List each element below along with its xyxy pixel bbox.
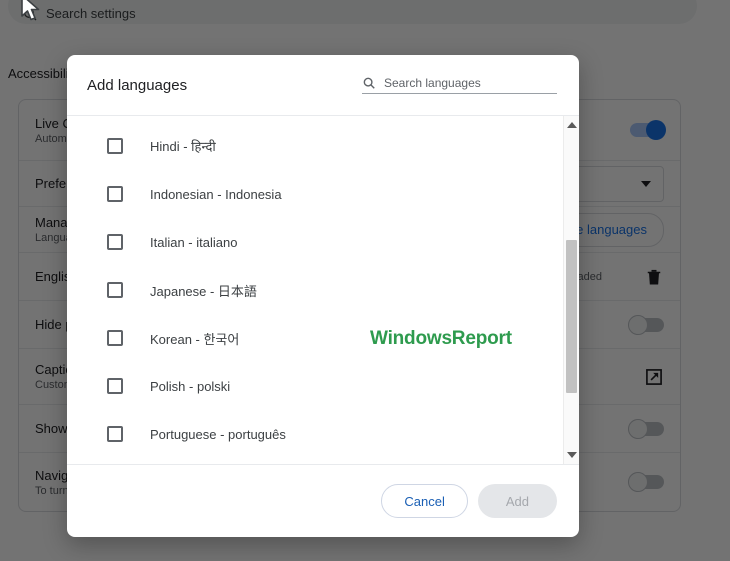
scroll-down-button[interactable] (564, 448, 579, 462)
cancel-button[interactable]: Cancel (381, 484, 468, 518)
language-label: Hindi - हिन्दी (150, 139, 216, 154)
language-label: Italian - italiano (150, 234, 238, 250)
checkbox[interactable] (107, 426, 123, 442)
language-label: Japanese - 日本語 (150, 283, 257, 299)
dialog-header: Add languages (67, 55, 579, 115)
checkbox[interactable] (107, 186, 123, 202)
language-list-scrollbar[interactable] (563, 116, 579, 464)
add-languages-dialog: Add languages Hindi - हिन्दी Indonesian … (67, 55, 579, 537)
list-item[interactable]: Indonesian - Indonesia (67, 170, 579, 218)
checkbox[interactable] (107, 138, 123, 154)
language-label: Polish - polski (150, 378, 231, 394)
language-label: Portuguese - português (150, 426, 286, 442)
list-item[interactable]: Spanish - español (67, 458, 579, 464)
checkbox[interactable] (107, 234, 123, 250)
dialog-footer: Cancel Add (67, 465, 579, 537)
list-item[interactable]: Polish - polski (67, 362, 579, 410)
checkbox[interactable] (107, 330, 123, 346)
checkbox[interactable] (107, 282, 123, 298)
chevron-down-icon (566, 452, 577, 458)
list-item[interactable]: Portuguese - português (67, 410, 579, 458)
add-button: Add (477, 484, 557, 518)
search-icon (363, 77, 375, 89)
screen: Search settings Accessibility Live Capti… (0, 0, 730, 561)
list-item[interactable]: Italian - italiano (67, 218, 579, 266)
language-list-container: Hindi - हिन्दी Indonesian - Indonesia It… (67, 115, 579, 465)
language-label: Korean - 한국어 (150, 331, 240, 347)
scroll-up-button[interactable] (564, 118, 579, 132)
watermark: WindowsReport (370, 328, 512, 349)
search-languages-input[interactable] (384, 76, 557, 90)
list-item[interactable]: Japanese - 日本語 (67, 266, 579, 314)
language-list: Hindi - हिन्दी Indonesian - Indonesia It… (67, 116, 579, 464)
list-item[interactable]: Hindi - हिन्दी (67, 122, 579, 170)
scrollbar-thumb[interactable] (566, 240, 577, 393)
search-languages-field[interactable] (362, 76, 557, 94)
dialog-title: Add languages (87, 76, 188, 94)
checkbox[interactable] (107, 378, 123, 394)
mouse-cursor (21, 0, 40, 21)
chevron-up-icon (566, 122, 577, 128)
language-label: Indonesian - Indonesia (150, 186, 282, 202)
